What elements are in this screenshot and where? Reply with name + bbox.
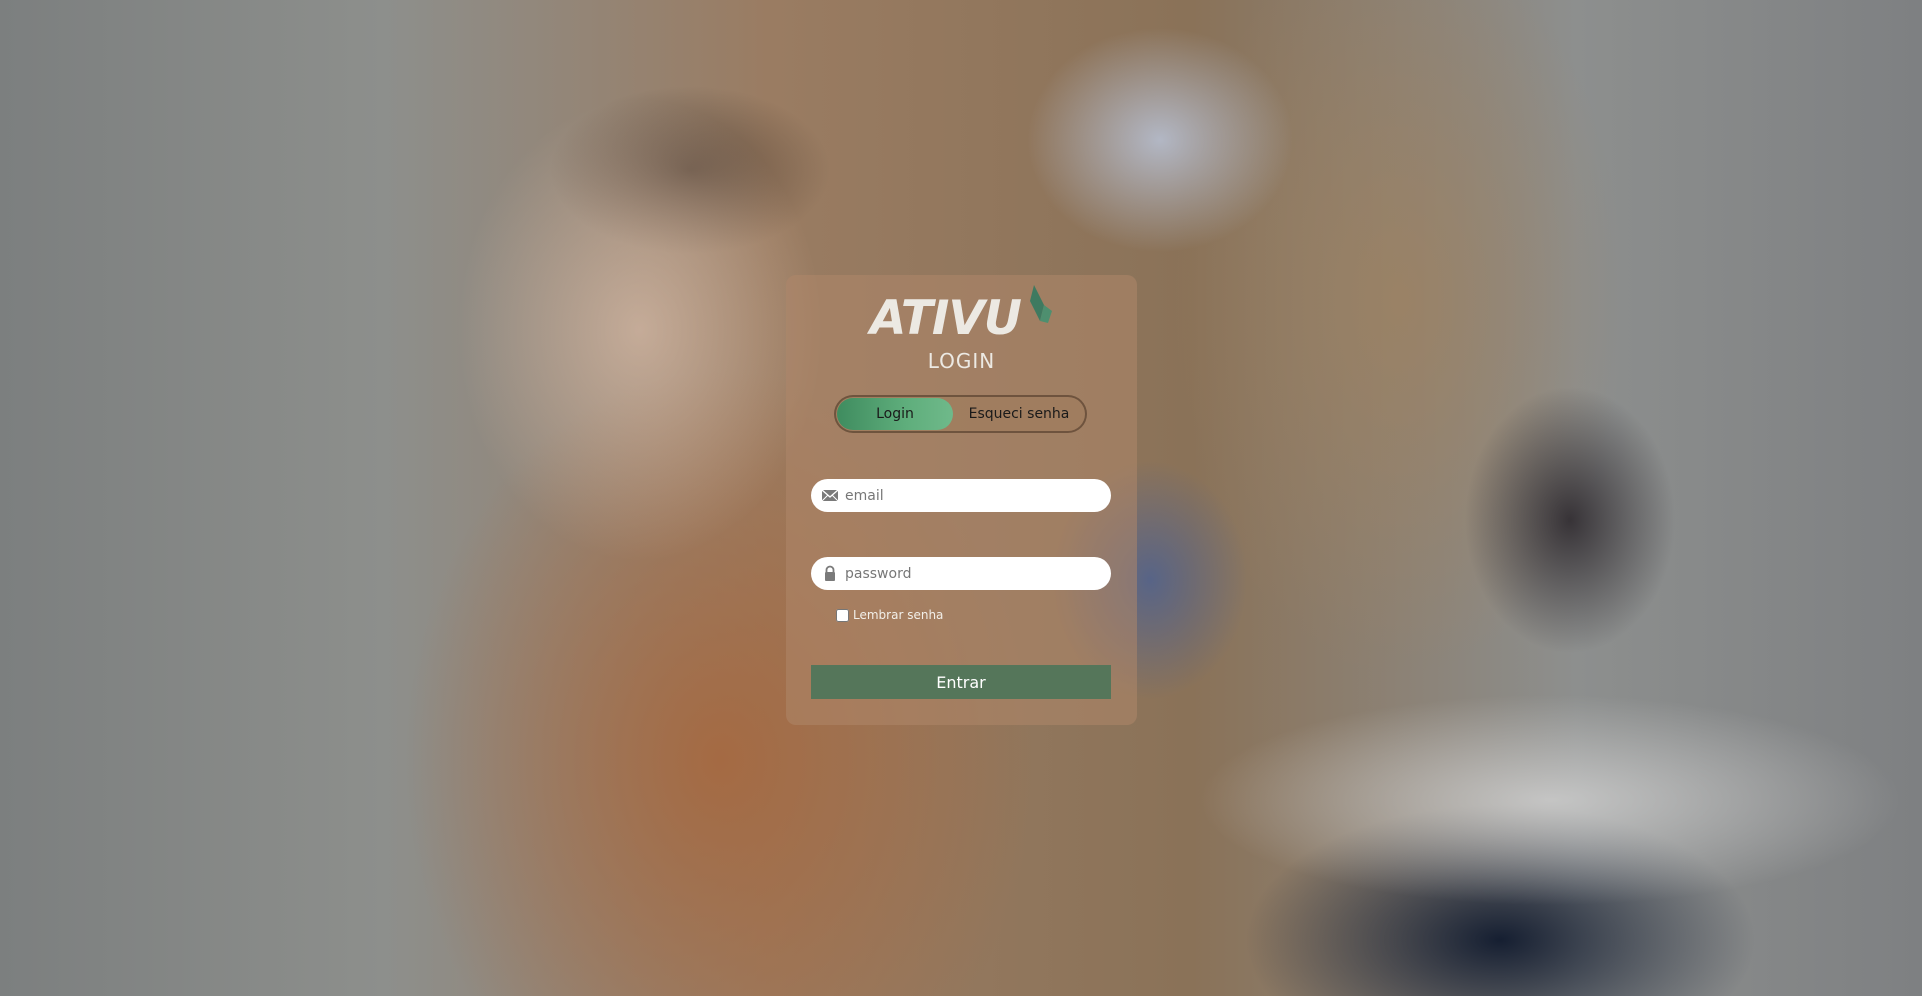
email-input[interactable] xyxy=(845,479,1095,512)
remember-password-label: Lembrar senha xyxy=(853,608,944,622)
lock-icon xyxy=(825,565,835,581)
remember-password: Lembrar senha xyxy=(836,607,943,623)
login-tabs: Login Esqueci senha xyxy=(834,395,1087,433)
tab-login[interactable]: Login xyxy=(837,398,953,430)
envelope-icon xyxy=(821,489,839,502)
submit-button[interactable]: Entrar xyxy=(811,665,1111,699)
page-title: LOGIN xyxy=(927,349,996,373)
logo-leaf-icon xyxy=(1030,285,1052,323)
password-field-wrapper xyxy=(811,557,1111,590)
login-card: ATIVU LOGIN Login Esqueci senha Lembrar … xyxy=(786,275,1137,725)
logo-wordmark: ATIVU xyxy=(870,291,1022,346)
password-input[interactable] xyxy=(845,557,1095,590)
remember-password-checkbox[interactable] xyxy=(836,608,849,622)
tab-forgot-password[interactable]: Esqueci senha xyxy=(954,398,1084,430)
email-field-wrapper xyxy=(811,479,1111,512)
ativu-logo: ATIVU xyxy=(870,283,1060,345)
